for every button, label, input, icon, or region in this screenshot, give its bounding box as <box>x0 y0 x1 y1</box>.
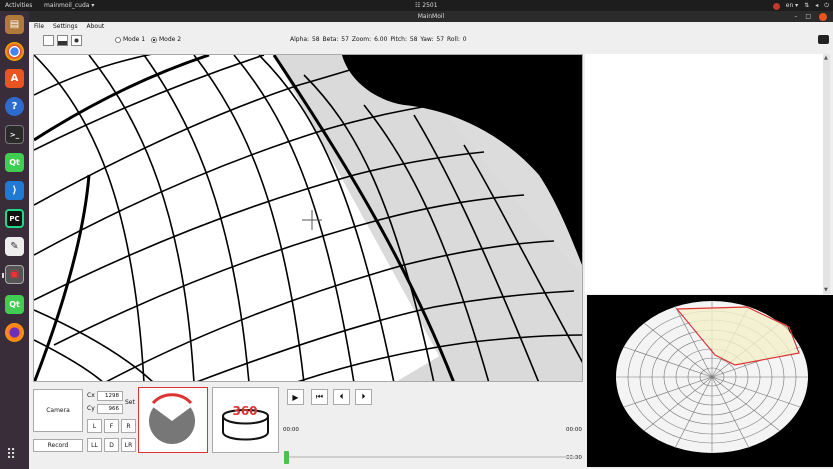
mode2-label: Mode 2 <box>159 36 182 43</box>
panorama-360-icon: 360 <box>222 404 269 441</box>
play-button[interactable]: ▶ <box>287 389 304 405</box>
dir-button-f-label: F <box>109 422 114 430</box>
control-panel: Camera Record Cx Cy 1298 966 Set L F R L… <box>29 385 833 469</box>
system-top-bar: Activities mainmoil_cuda ▾ ☷ 2501 en ▾ ⇅… <box>0 0 833 11</box>
scroll-down-icon[interactable]: ▼ <box>824 287 828 293</box>
scroll-up-icon[interactable]: ▲ <box>824 55 828 61</box>
cy-label: Cy <box>87 405 95 412</box>
info-panel-scrollbar[interactable]: ▲ ▼ <box>823 54 830 294</box>
application-window: MainMoil – □ File Settings About Mode 1 … <box>29 11 833 469</box>
show-applications-icon[interactable]: ⠿ <box>6 447 16 463</box>
mainmoil-app-icon[interactable]: ▣ <box>2 265 24 284</box>
view-parameters: Alpha: 58 Beta: 57 Zoom: 6.00 Pitch: 58 … <box>290 36 467 43</box>
launcher-dock: ▤ A ? >_ Qt ⟩ PC ✎ ▣ Qt ⠿ <box>0 11 29 469</box>
record-button-label: Record <box>47 442 69 449</box>
firefox-app-icon[interactable] <box>5 323 24 342</box>
dir-button-r-label: R <box>126 422 131 430</box>
cy-input[interactable]: 966 <box>97 404 123 414</box>
dir-button-lr[interactable]: LR <box>121 438 136 452</box>
qt-designer-app-icon[interactable]: Qt <box>5 295 24 314</box>
mode2-radio[interactable]: Mode 2 <box>151 36 181 43</box>
dir-button-d[interactable]: D <box>104 438 119 452</box>
time-start: 00:00 <box>283 427 299 433</box>
menu-bar: File Settings About <box>29 22 833 32</box>
angle-dial-icon <box>149 393 195 444</box>
video-progress-track[interactable] <box>287 456 577 458</box>
language-indicator[interactable]: en ▾ <box>786 0 798 11</box>
camera-button[interactable]: Camera <box>33 389 83 432</box>
step-forward-button[interactable]: ⏵ <box>355 389 372 405</box>
dir-button-d-label: D <box>109 441 114 449</box>
menu-file[interactable]: File <box>34 22 44 32</box>
info-panel <box>585 54 828 294</box>
power-icon[interactable]: ⏻ <box>824 0 829 11</box>
window-title: MainMoil <box>417 13 445 20</box>
open-image-icon[interactable] <box>57 35 68 46</box>
time-end: 00:00 <box>566 427 582 433</box>
step-back-button[interactable]: ⏴ <box>333 389 350 405</box>
view-angle-dial-button[interactable] <box>138 387 208 453</box>
mode1-radio[interactable]: Mode 1 <box>115 36 145 43</box>
menu-settings[interactable]: Settings <box>53 22 78 32</box>
panorama-360-text: 360 <box>232 404 257 418</box>
help-app-icon[interactable]: ? <box>5 97 24 116</box>
panorama-360-button[interactable]: 360 <box>212 387 279 453</box>
dir-button-l-label: L <box>92 422 97 430</box>
chrome-app-icon[interactable] <box>5 42 24 61</box>
camera-button-label: Camera <box>46 407 70 414</box>
dir-button-ll-label: LL <box>91 441 98 449</box>
cx-label: Cx <box>87 392 95 399</box>
snapshot-camera-icon[interactable] <box>818 35 829 44</box>
notification-icon[interactable] <box>772 3 780 10</box>
minimize-icon[interactable]: – <box>794 11 797 22</box>
files-app-icon[interactable]: ▤ <box>5 15 24 34</box>
editor-app-icon[interactable]: ✎ <box>5 237 24 256</box>
activities-button[interactable]: Activities <box>5 0 32 11</box>
app-menu[interactable]: mainmoil_cuda ▾ <box>44 0 94 11</box>
dir-button-lr-label: LR <box>124 441 133 449</box>
dir-button-l[interactable]: L <box>87 419 102 433</box>
mode1-label: Mode 1 <box>123 36 146 43</box>
record-button[interactable]: Record <box>33 439 83 452</box>
window-titlebar: MainMoil – □ <box>29 11 833 22</box>
dir-button-r[interactable]: R <box>121 419 136 433</box>
vscode-app-icon[interactable]: ⟩ <box>5 181 24 200</box>
system-tray[interactable]: en ▾ ⇅ ◂ ⏻ <box>772 0 829 11</box>
set-button[interactable]: Set <box>125 399 135 406</box>
rewind-button[interactable]: ⏮ <box>311 389 328 405</box>
video-progress-handle[interactable] <box>284 451 289 464</box>
clock[interactable]: ☷ 2501 <box>415 0 438 11</box>
mode2-radio-indicator[interactable] <box>151 36 157 43</box>
mode1-radio-indicator[interactable] <box>115 36 121 43</box>
toolbar: Mode 1 Mode 2 Alpha: 58 Beta: 57 Zoom: 6… <box>29 32 833 49</box>
network-icon[interactable]: ⇅ <box>804 0 809 11</box>
pycharm-app-icon[interactable]: PC <box>5 209 24 228</box>
volume-icon[interactable]: ◂ <box>815 0 818 11</box>
dir-button-f[interactable]: F <box>104 419 119 433</box>
cx-input[interactable]: 1298 <box>97 391 123 401</box>
main-view-image[interactable] <box>33 54 583 382</box>
menu-about[interactable]: About <box>87 22 105 32</box>
close-icon[interactable] <box>819 12 827 21</box>
software-app-icon[interactable]: A <box>5 69 24 88</box>
open-file-icon[interactable] <box>43 35 54 46</box>
dir-button-ll[interactable]: LL <box>87 438 102 452</box>
qt-app-icon[interactable]: Qt <box>5 153 24 172</box>
terminal-app-icon[interactable]: >_ <box>5 125 24 144</box>
maximize-icon[interactable]: □ <box>805 11 811 22</box>
open-camera-icon[interactable] <box>71 35 82 46</box>
dewarped-grid-image <box>34 55 582 381</box>
